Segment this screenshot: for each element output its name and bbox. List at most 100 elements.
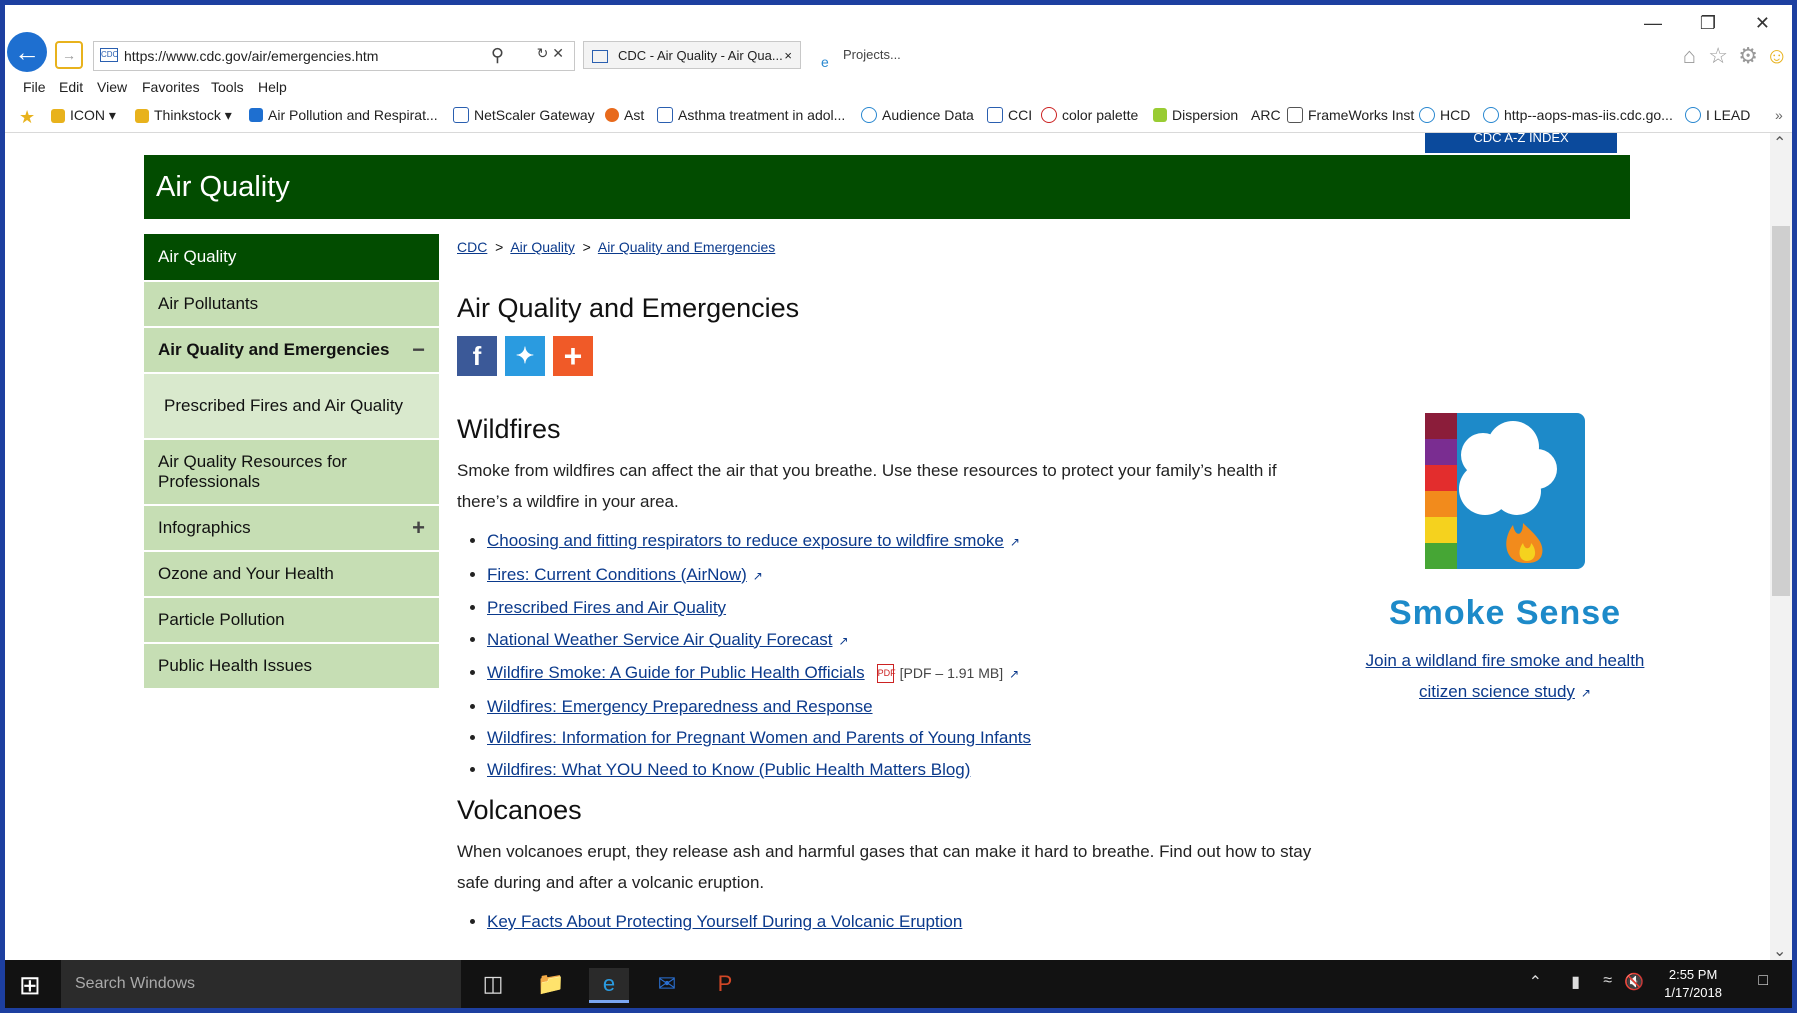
fav-audience-data[interactable]: Audience Data [861,107,974,123]
scroll-up-icon[interactable]: ⌃ [1773,133,1786,153]
restore-icon[interactable]: ❐ [1700,13,1716,34]
smiley-feedback-icon[interactable]: ☺ [1766,43,1788,69]
fav-cci[interactable]: CCI [987,107,1032,123]
windows-start-icon[interactable]: ⊞ [19,970,41,1001]
menu-view[interactable]: View [97,79,127,95]
pdf-size-note: [PDF – 1.91 MB] [899,665,1004,681]
taskbar-search-input[interactable]: Search Windows [61,960,461,1008]
add-favorite-star-icon[interactable]: ★ [19,107,35,128]
list-item: National Weather Service Air Quality For… [487,624,1327,658]
clock-date: 1/17/2018 [1664,985,1722,1000]
link-smoke-guide[interactable]: Wildfire Smoke: A Guide for Public Healt… [487,663,865,682]
minimize-icon[interactable]: — [1644,13,1662,34]
page-icon [1287,107,1303,123]
breadcrumb-air-quality[interactable]: Air Quality [510,239,575,255]
wildfires-paragraph: Smoke from wildfires can affect the air … [457,461,1277,511]
sharepoint-icon [249,108,263,122]
link-emergency-preparedness[interactable]: Wildfires: Emergency Preparedness and Re… [487,697,873,716]
az-index-button[interactable]: CDC A-Z INDEX [1425,133,1617,153]
sidebar-item-prescribed-fires[interactable]: Prescribed Fires and Air Quality [144,374,439,440]
search-icon[interactable]: ⚲ [491,45,504,66]
outlook-icon[interactable]: ✉ [647,968,687,1000]
link-pregnant-women[interactable]: Wildfires: Information for Pregnant Wome… [487,728,1031,747]
back-button[interactable]: ← [7,32,47,72]
task-view-icon[interactable]: ◫ [473,968,513,1000]
tab-projects[interactable]: e Projects... [813,41,953,70]
close-window-icon[interactable]: ✕ [1755,13,1770,34]
battery-icon[interactable]: ▮ [1571,972,1580,992]
link-respirators[interactable]: Choosing and fitting respirators to redu… [487,531,1004,550]
fav-ilead[interactable]: I LEAD [1685,107,1750,123]
sidebar-item-public-health[interactable]: Public Health Issues [144,644,439,690]
breadcrumb-cdc[interactable]: CDC [457,239,487,255]
file-explorer-icon[interactable]: 📁 [531,968,571,1000]
fav-frameworks[interactable]: FrameWorks Inst [1287,107,1414,123]
home-icon[interactable]: ⌂ [1683,43,1696,69]
scroll-thumb[interactable] [1772,226,1790,596]
fav-netscaler[interactable]: NetScaler Gateway [453,107,595,123]
fav-icon[interactable]: ICON ▾ [51,107,116,124]
fav-arc[interactable]: ARC [1251,107,1281,123]
settings-gear-icon[interactable]: ⚙ [1738,43,1758,69]
powerpoint-icon[interactable]: P [705,968,745,1000]
address-bar[interactable]: CDC https://www.cdc.gov/air/emergencies.… [93,41,575,71]
fav-aops[interactable]: http--aops-mas-iis.cdc.go... [1483,107,1673,123]
action-center-icon[interactable]: □ [1758,972,1768,990]
page-icon [605,108,619,122]
fav-dispersion[interactable]: Dispersion [1153,107,1238,123]
link-nws-forecast[interactable]: National Weather Service Air Quality For… [487,630,833,649]
fav-ast[interactable]: Ast [605,107,644,123]
scroll-down-icon[interactable]: ⌄ [1773,941,1786,961]
facebook-share-icon[interactable]: f [457,336,497,376]
fav-hcd[interactable]: HCD [1419,107,1470,123]
refresh-icon[interactable]: ↻ ✕ [537,45,564,62]
sidebar-item-infographics[interactable]: Infographics + [144,506,439,552]
link-phm-blog[interactable]: Wildfires: What YOU Need to Know (Public… [487,760,970,779]
promo-title: Smoke Sense [1388,594,1622,632]
addthis-plus-icon[interactable]: + [553,336,593,376]
tab-air-quality[interactable]: CDC - Air Quality - Air Qua... × [583,41,801,69]
sidebar-item-emergencies[interactable]: Air Quality and Emergencies − [144,328,439,374]
link-volcanic-eruption[interactable]: Key Facts About Protecting Yourself Duri… [487,912,962,931]
vertical-scrollbar[interactable]: ⌃ ⌄ [1770,133,1792,965]
ie-icon [1685,107,1701,123]
sidebar-item-air-pollutants[interactable]: Air Pollutants [144,282,439,328]
breadcrumb-current[interactable]: Air Quality and Emergencies [598,239,775,255]
link-airnow[interactable]: Fires: Current Conditions (AirNow) [487,565,747,584]
expand-plus-icon[interactable]: + [412,515,425,541]
pdf-icon: PDF [876,664,896,684]
collapse-minus-icon[interactable]: − [412,337,425,363]
list-item: Prescribed Fires and Air Quality [487,592,1327,624]
list-item: Wildfires: Emergency Preparedness and Re… [487,691,1327,723]
breadcrumb: CDC > Air Quality > Air Quality and Emer… [457,239,776,255]
fav-color-palette[interactable]: color palette [1041,107,1138,123]
sidebar-item-resources[interactable]: Air Quality Resources for Professionals [144,440,439,506]
menu-help[interactable]: Help [258,79,287,95]
sidebar-item-air-quality[interactable]: Air Quality [144,234,439,282]
menu-edit[interactable]: Edit [59,79,83,95]
list-item: Wildfire Smoke: A Guide for Public Healt… [487,657,1327,691]
show-hidden-icons-icon[interactable]: ⌃ [1529,972,1542,992]
link-prescribed-fires[interactable]: Prescribed Fires and Air Quality [487,598,726,617]
forward-button[interactable]: → [55,41,83,69]
chevron-more-icon[interactable]: » [1775,107,1783,123]
close-tab-icon[interactable]: × [784,42,792,70]
internet-explorer-icon[interactable]: e [589,968,629,1003]
sidebar-item-ozone[interactable]: Ozone and Your Health [144,552,439,598]
favorites-star-icon[interactable]: ☆ [1708,43,1728,69]
sidebar-item-particle-pollution[interactable]: Particle Pollution [144,598,439,644]
fav-asthma[interactable]: Asthma treatment in adol... [657,107,845,123]
system-clock[interactable]: 2:55 PM 1/17/2018 [1664,966,1722,1002]
address-url[interactable]: https://www.cdc.gov/air/emergencies.htm [124,48,378,64]
menu-tools[interactable]: Tools [211,79,244,95]
smoke-sense-logo-icon[interactable] [1425,413,1585,569]
menu-favorites[interactable]: Favorites [142,79,200,95]
link-citizen-science[interactable]: Join a wildland fire smoke and health ci… [1366,651,1645,701]
volume-muted-icon[interactable]: 🔇 [1624,972,1644,992]
menu-file[interactable]: File [23,79,46,95]
favorites-bar: ★ ICON ▾ Thinkstock ▾ Air Pollution and … [5,103,1792,129]
fav-air-pollution[interactable]: Air Pollution and Respirat... [249,107,438,123]
wifi-icon[interactable]: ≈ [1603,972,1612,990]
twitter-share-icon[interactable]: ✦ [505,336,545,376]
fav-thinkstock[interactable]: Thinkstock ▾ [135,107,232,124]
